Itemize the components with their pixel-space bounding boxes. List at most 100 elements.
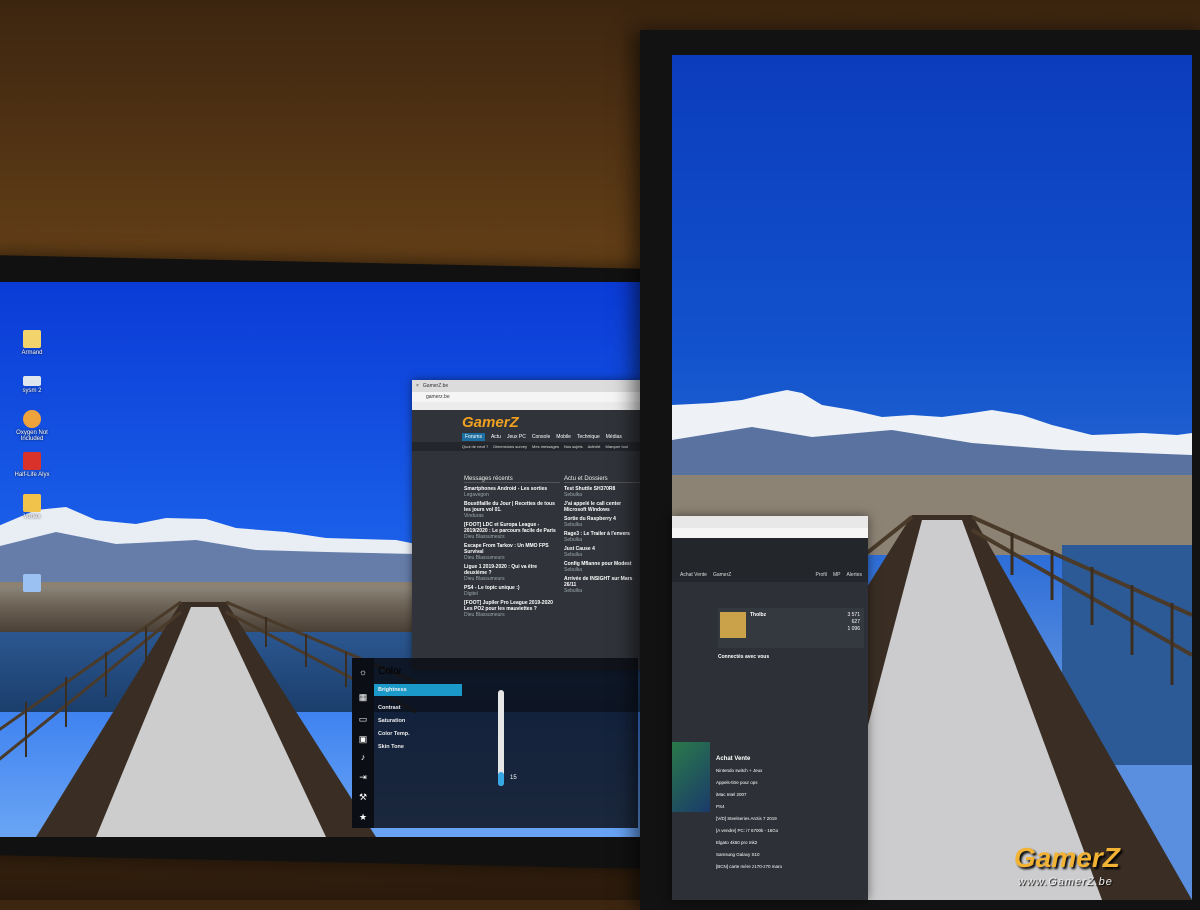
nav-forums[interactable]: Forums	[462, 433, 485, 441]
nav-mp[interactable]: MP	[833, 572, 841, 578]
site-header: Achat Vente GamerZ Profil MP Alertes	[672, 538, 868, 582]
list-item[interactable]: PS4 - Le topic unique :) Digitel	[464, 585, 560, 597]
avatar[interactable]	[720, 612, 746, 638]
image-icon[interactable]: ▣	[357, 734, 369, 744]
osd-item-brightness[interactable]: Brightness	[378, 687, 407, 693]
site-subnav: Quoi de neuf ? Dimensions survey Mes mes…	[412, 442, 644, 451]
nav-mobile[interactable]: Mobile	[556, 434, 571, 440]
nav-achat-vente[interactable]: Achat Vente	[680, 572, 707, 578]
list-item[interactable]: Test Shuttle SH370R8 Sebulka	[564, 486, 642, 498]
nav-profil[interactable]: Profil	[816, 572, 827, 578]
browser-tab-title[interactable]: GamerZ.be	[423, 383, 448, 389]
desktop-icon-vortex[interactable]: Vortex	[12, 494, 52, 520]
list-item[interactable]: Config Mflanne pour Modest Sebulka	[564, 561, 642, 573]
wrench-icon[interactable]: ⚒	[357, 792, 369, 802]
stat: 627	[851, 619, 860, 625]
list-item-meta: Dieu Blassumeurs	[464, 612, 505, 618]
list-item[interactable]: Just Cause 4 Sebulka	[564, 546, 642, 558]
site-logo[interactable]: GamerZ	[412, 410, 644, 432]
desktop-icon-file[interactable]	[12, 574, 52, 594]
osd-item-saturation[interactable]: Saturation	[378, 718, 405, 724]
list-item-title[interactable]: J'ai appelé le call center Microsoft Win…	[564, 501, 621, 513]
connected-list	[718, 676, 858, 746]
nav-technique[interactable]: Technique	[577, 434, 600, 440]
list-item-title[interactable]: [FOOT] LDC et Europa League - 2019/2020 …	[464, 522, 556, 534]
nav-alertes[interactable]: Alertes	[846, 572, 868, 578]
desktop-icon-label: Armand	[21, 350, 43, 356]
thumbnail-image	[672, 742, 710, 812]
browser-address-bar[interactable]: gamerz.be	[412, 392, 644, 402]
list-item[interactable]: Elgato 4k60 pro mk2	[716, 840, 846, 846]
list-item[interactable]: Smartphones Android - Les sorties Legaveg…	[464, 486, 560, 498]
list-item[interactable]: PS4	[716, 804, 846, 810]
list-item-title[interactable]: Boustifaille du Jour | Recettes de tous …	[464, 501, 555, 513]
list-item-title[interactable]: Arrivée de INSIGHT sur Mars 26/11	[564, 576, 632, 588]
app-icon	[23, 494, 41, 512]
desktop-icon-label: sysm 2	[22, 388, 42, 394]
list-item[interactable]: [A vendre] PC: i7 6700k - 16Go	[716, 828, 846, 834]
list-item-meta: Sebulka	[564, 537, 583, 543]
subnav-item[interactable]: Quoi de neuf ?	[462, 444, 488, 449]
list-item[interactable]: Boustifaille du Jour | Recettes de tous …	[464, 501, 560, 519]
list-item-meta: Sebulka	[564, 492, 583, 498]
desktop-icon-oxygen[interactable]: Oxygen Not Included	[12, 410, 52, 442]
browser-window-left[interactable]: × GamerZ.be gamerz.be GamerZ Forums Actu…	[412, 380, 644, 670]
list-item-meta: Legavegon	[464, 492, 489, 498]
osd-item-color-temp[interactable]: Color Temp.	[378, 731, 410, 737]
desktop-icon-armand[interactable]: Armand	[12, 330, 52, 356]
subnav-item[interactable]: Marquer tout	[606, 444, 629, 449]
stat: 1 096	[847, 626, 860, 632]
nav-gamerz[interactable]: GamerZ	[713, 572, 731, 578]
display-icon[interactable]: ▭	[357, 714, 369, 724]
list-item[interactable]: Rage3 : Le Trailer à l'envers Sebulka	[564, 531, 642, 543]
desktop-icon-sysm[interactable]: sysm 2	[12, 376, 52, 394]
list-item[interactable]: Sortie du Raspberry 4 Sebulka	[564, 516, 642, 528]
osd-item-skin-tone[interactable]: Skin Tone	[378, 744, 404, 750]
stat: 3 571	[847, 612, 860, 618]
subnav-item[interactable]: Activité	[588, 444, 601, 449]
brightness-icon[interactable]: ☼	[357, 667, 369, 677]
list-item[interactable]: Arrivée de INSIGHT sur Mars 26/11 Sebulka	[564, 576, 642, 594]
list-item-meta: Digitel	[464, 591, 478, 597]
browser-address-bar[interactable]	[672, 528, 868, 538]
list-item[interactable]: [FOOT] LDC et Europa League - 2019/2020 …	[464, 522, 560, 540]
osd-value: 15	[510, 775, 517, 781]
list-item-meta: Sebulka	[564, 588, 583, 594]
tab-close-icon[interactable]: ×	[416, 383, 419, 389]
recent-messages-column: Messages récents Smartphones Android - L…	[464, 476, 560, 621]
list-item[interactable]: Appels-titre pour ops	[716, 780, 846, 786]
list-item[interactable]: iMac Intel 2007	[716, 792, 846, 798]
star-icon[interactable]: ★	[357, 812, 369, 822]
list-item-title[interactable]: Escape From Tarkov : Un MMO FPS Survival	[464, 543, 549, 555]
list-item[interactable]: Samsung Galaxy S10	[716, 852, 846, 858]
nav-actu[interactable]: Actu	[491, 434, 501, 440]
nav-jeux-pc[interactable]: Jeux PC	[507, 434, 526, 440]
list-item[interactable]: Escape From Tarkov : Un MMO FPS Survival…	[464, 543, 560, 561]
list-item[interactable]: [BCN] carte mère z170-z70 maro	[716, 864, 846, 870]
subnav-item[interactable]: Mes messages	[532, 444, 559, 449]
watermark-logo: GamerZ	[1014, 842, 1120, 873]
input-icon[interactable]: ⇥	[357, 772, 369, 782]
username[interactable]: Tholbz	[750, 612, 766, 618]
color-icon[interactable]: ▦	[357, 692, 369, 702]
list-item[interactable]: [V/D] Steelseries Arctis 7 2019	[716, 816, 846, 822]
nav-console[interactable]: Console	[532, 434, 550, 440]
list-item[interactable]: Ligue 1 2019-2020 : Qui va être deuxième…	[464, 564, 560, 582]
list-title: Achat Vente	[716, 756, 751, 762]
list-item[interactable]: J'ai appelé le call center Microsoft Win…	[564, 501, 642, 513]
list-item-meta: Sebulka	[564, 522, 583, 528]
browser-bookmarks-bar	[412, 402, 644, 410]
osd-item-contrast[interactable]: Contrast	[378, 705, 401, 711]
desktop-icon-halflife[interactable]: Half-Life Alyx	[12, 452, 52, 478]
list-item[interactable]: [FOOT] Jupiler Pro League 2019-2020 Les …	[464, 600, 560, 618]
subnav-item[interactable]: Nos sujets	[564, 444, 583, 449]
site-nav: Forums Actu Jeux PC Console Mobile Techn…	[412, 432, 644, 442]
list-item[interactable]: Nintendo switch + Jeux	[716, 768, 846, 774]
list-item-title[interactable]: [FOOT] Jupiler Pro League 2019-2020 Les …	[464, 600, 553, 612]
subnav-item[interactable]: Dimensions survey	[493, 444, 527, 449]
audio-icon[interactable]: ♪	[357, 752, 369, 762]
folder-icon	[23, 330, 41, 348]
nav-medias[interactable]: Médias	[606, 434, 622, 440]
browser-window-right[interactable]: Achat Vente GamerZ Profil MP Alertes Tho…	[672, 516, 868, 900]
list-item-title[interactable]: Ligue 1 2019-2020 : Qui va être deuxième…	[464, 564, 537, 576]
